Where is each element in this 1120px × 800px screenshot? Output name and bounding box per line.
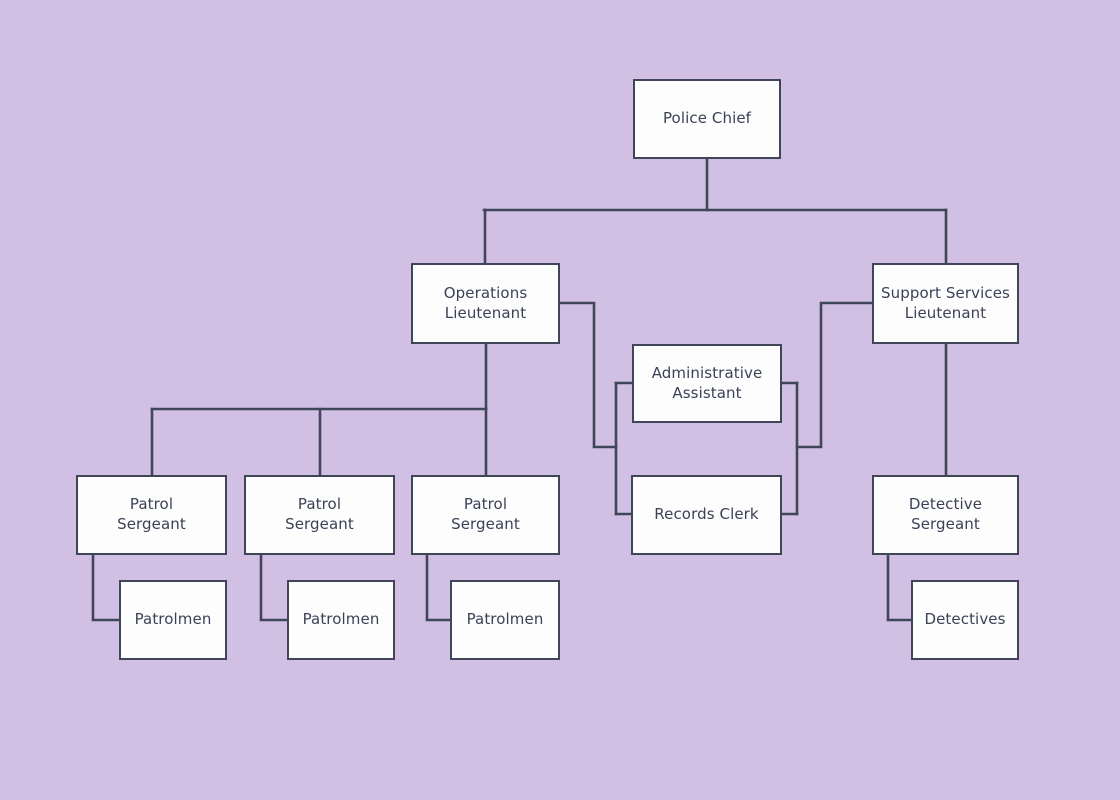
org-node-label-administrative-assistant: Administrative Assistant: [651, 363, 763, 402]
org-node-administrative-assistant[interactable]: Administrative Assistant: [632, 344, 782, 423]
org-node-records-clerk[interactable]: Records Clerk: [631, 475, 782, 555]
org-node-detective-sergeant[interactable]: Detective Sergeant: [872, 475, 1019, 555]
org-node-label-patrol-sergeant-2: Patrol Sergeant: [285, 495, 354, 533]
org-node-label-police-chief: Police Chief: [662, 109, 752, 128]
connector-layer: [91, 157, 948, 622]
connector-detective-sgt-to-dets: [886, 553, 913, 622]
org-node-label-patrolmen-2: Patrolmen: [302, 610, 380, 629]
org-node-label-patrolmen-1: Patrolmen: [134, 610, 212, 629]
org-node-patrolmen-1[interactable]: Patrolmen: [119, 580, 227, 660]
org-node-detectives[interactable]: Detectives: [911, 580, 1019, 660]
org-node-operations-lieutenant[interactable]: Operations Lieutenant: [411, 263, 560, 344]
org-node-label-operations-lieutenant: Operations Lieutenant: [443, 283, 528, 322]
org-node-label-detectives: Detectives: [924, 610, 1006, 629]
org-node-support-services-lieutenant[interactable]: Support Services Lieutenant: [872, 263, 1019, 344]
connector-support-to-staff: [795, 301, 874, 449]
org-chart-canvas: Police Chief Operations Lieutenant Support…: [0, 0, 1120, 800]
connector-patrol-sgt-3-to-men: [425, 553, 452, 622]
org-node-patrolmen-2[interactable]: Patrolmen: [287, 580, 395, 660]
org-node-label-records-clerk: Records Clerk: [654, 505, 759, 524]
org-node-label-detective-sergeant: Detective Sergeant: [908, 495, 983, 533]
org-node-label-support-services-lieutenant: Support Services Lieutenant: [881, 283, 1010, 322]
org-node-label-patrol-sergeant-3: Patrol Sergeant: [451, 495, 520, 533]
connector-operations-to-staff: [558, 301, 618, 449]
org-node-police-chief[interactable]: Police Chief: [633, 79, 781, 159]
connector-patrol-sgt-1-to-men: [91, 553, 121, 622]
org-node-patrol-sergeant-3[interactable]: Patrol Sergeant: [411, 475, 560, 555]
org-node-label-patrolmen-3: Patrolmen: [466, 610, 544, 629]
org-node-label-patrol-sergeant-1: Patrol Sergeant: [117, 495, 186, 533]
org-node-patrolmen-3[interactable]: Patrolmen: [450, 580, 560, 660]
org-node-patrol-sergeant-1[interactable]: Patrol Sergeant: [76, 475, 227, 555]
connector-patrol-sgt-2-to-men: [259, 553, 289, 622]
org-node-patrol-sergeant-2[interactable]: Patrol Sergeant: [244, 475, 395, 555]
